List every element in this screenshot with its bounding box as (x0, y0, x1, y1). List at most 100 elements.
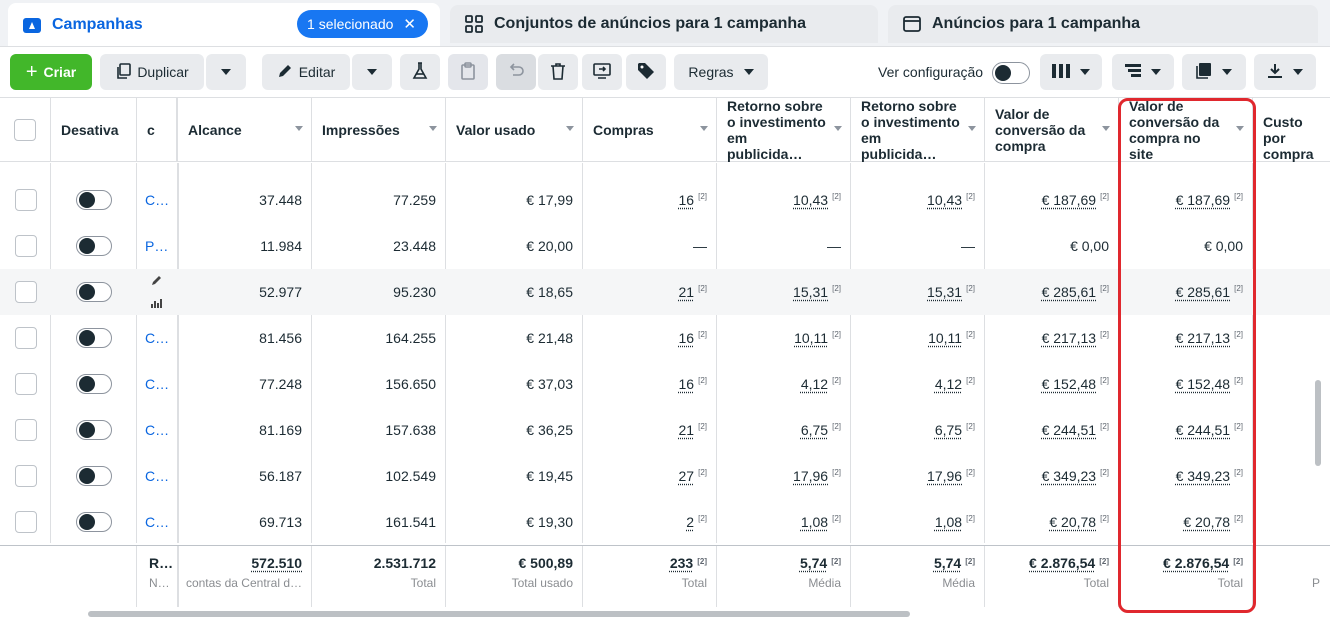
breakdown-button[interactable] (1112, 54, 1174, 90)
footnote: [2] (698, 283, 707, 293)
create-button[interactable]: + Criar (10, 54, 92, 90)
table-row[interactable]: C… 69.713 161.541 € 19,30 2 [2] 1,08 [2] 1,08 [2]… (0, 499, 1330, 543)
cell-roas1: 17,96 [2] (717, 453, 851, 499)
campaign-name-link[interactable]: C… (145, 330, 169, 346)
campaign-name-link[interactable]: C… (145, 376, 169, 392)
grid-icon (464, 14, 484, 34)
campaign-name-link[interactable]: C… (145, 514, 169, 530)
table-row[interactable]: C… 77.248 156.650 € 37,03 16 [2] 4,12 [2] 4,12 [2… (0, 361, 1330, 407)
row-checkbox-cell (0, 269, 51, 315)
cell-impressions: 77.259 (312, 177, 446, 223)
header-purchases[interactable]: Compras (583, 98, 717, 162)
cell-roas2: — (851, 223, 985, 269)
cell-spent: € 36,25 (446, 407, 583, 453)
cell-value: 21 (678, 422, 695, 438)
campaign-name-link[interactable]: C… (145, 422, 169, 438)
footnote: [2] (966, 375, 975, 385)
campaign-name-link[interactable]: P… (145, 238, 168, 254)
campaign-toggle[interactable] (76, 512, 112, 532)
footnote: [2] (966, 191, 975, 201)
row-toggle-cell (51, 361, 137, 407)
header-roas-1[interactable]: Retorno sobre o investimento em publicid… (717, 98, 851, 162)
table-row[interactable]: C… 37.448 77.259 € 17,99 16 [2] 10,43 [2] 10,43[… (0, 177, 1330, 223)
header-conv-value-site[interactable]: Valor de conversão da compra no site (1119, 98, 1253, 162)
cell-reach: 81.456 (178, 315, 312, 361)
toggle-knob (79, 284, 95, 300)
header-spent[interactable]: Valor usado (446, 98, 583, 162)
row-checkbox[interactable] (14, 419, 37, 441)
row-checkbox-cell (0, 315, 51, 361)
row-checkbox[interactable] (14, 511, 37, 533)
duplicate-dropdown[interactable] (206, 54, 246, 90)
preview-button[interactable] (582, 54, 622, 90)
table-row[interactable]: 52.977 95.230 € 18,65 21 [2] 15,31 [2] 15,31 [2]… (0, 269, 1330, 315)
cell-value: 6,75 (800, 422, 829, 438)
table-row[interactable]: C… 81.456 164.255 € 21,48 16 [2] 10,11 [2] 10,11… (0, 315, 1330, 361)
header-conv-value[interactable]: Valor de conversão da compra (985, 98, 1119, 162)
campaign-toggle[interactable] (76, 466, 112, 486)
reports-button[interactable] (1182, 54, 1246, 90)
row-checkbox[interactable] (14, 327, 37, 349)
totals-conv: € 2.876,54 [2] Total (985, 546, 1119, 608)
row-checkbox[interactable] (14, 373, 37, 395)
row-checkbox[interactable] (14, 235, 37, 257)
edit-button[interactable]: Editar (262, 54, 350, 90)
cell-value: 27 (678, 468, 695, 484)
delete-button[interactable] (538, 54, 578, 90)
header-cost-per[interactable]: Custo por compra (1253, 98, 1330, 162)
campaign-name-cell: C… (137, 453, 178, 499)
duplicate-button[interactable]: Duplicar (100, 54, 204, 90)
table-row[interactable]: C… 81.169 157.638 € 36,25 21 [2] 6,75 [2] 6,75 [2… (0, 407, 1330, 453)
campaign-toggle[interactable] (76, 236, 112, 256)
campaign-toggle[interactable] (76, 420, 112, 440)
breakdown-icon (1125, 63, 1141, 81)
tab-campaigns[interactable]: Campanhas 1 selecionado ✕ (8, 3, 440, 46)
cell-spent: € 17,99 (446, 177, 583, 223)
row-checkbox[interactable] (14, 281, 37, 303)
export-button[interactable] (1254, 54, 1316, 90)
cell-value: 77.248 (259, 376, 302, 392)
campaign-name-link[interactable]: C… (145, 468, 169, 484)
row-checkbox-cell (0, 499, 51, 543)
campaign-toggle[interactable] (76, 374, 112, 394)
cell-reach: 37.448 (178, 177, 312, 223)
header-impressions[interactable]: Impressões (312, 98, 446, 162)
totals-conv-site-value: € 2.876,54 (1163, 555, 1230, 571)
undo-button[interactable] (496, 54, 536, 90)
footnote: [2] (965, 557, 975, 566)
header-cost-per-label: Custo por compra (1263, 114, 1314, 162)
rules-button[interactable]: Regras (674, 54, 768, 90)
reports-icon (1196, 62, 1212, 82)
table-row[interactable]: P… 11.984 23.448 € 20,00 — — — € 0,00 € 0,00 (0, 223, 1330, 269)
header-roas-2[interactable]: Retorno sobre o investimento em publicid… (851, 98, 985, 162)
view-config-toggle[interactable] (992, 62, 1030, 84)
cell-spent: € 18,65 (446, 269, 583, 315)
pencil-icon[interactable] (151, 273, 163, 289)
columns-button[interactable] (1040, 54, 1102, 90)
table-row[interactable]: C… 56.187 102.549 € 19,45 27 [2] 17,96 [2] 17,96… (0, 453, 1330, 499)
horizontal-scrollbar[interactable] (88, 611, 910, 617)
row-checkbox[interactable] (14, 465, 37, 487)
header-disable[interactable]: Desativa (51, 98, 137, 162)
vertical-scrollbar[interactable] (1315, 380, 1321, 466)
campaign-toggle[interactable] (76, 282, 112, 302)
chart-icon[interactable] (151, 295, 163, 311)
header-roas-1-label: Retorno sobre o investimento em publicid… (727, 98, 826, 162)
test-button[interactable] (400, 54, 440, 90)
campaign-name-link[interactable]: C… (145, 192, 169, 208)
tag-button[interactable] (626, 54, 666, 90)
campaign-toggle[interactable] (76, 190, 112, 210)
tab-ads[interactable]: Anúncios para 1 campanha (888, 5, 1318, 43)
header-reach[interactable]: Alcance (178, 98, 312, 162)
cell-conv: € 244,51 [2] (985, 407, 1119, 453)
close-icon[interactable]: ✕ (403, 15, 416, 33)
select-all-checkbox[interactable] (14, 119, 36, 141)
edit-dropdown[interactable] (352, 54, 392, 90)
clipboard-button[interactable] (448, 54, 488, 90)
selected-pill[interactable]: 1 selecionado ✕ (297, 10, 428, 38)
cell-value: 4,12 (934, 376, 963, 392)
tab-adsets[interactable]: Conjuntos de anúncios para 1 campanha (450, 5, 878, 43)
row-checkbox[interactable] (14, 189, 37, 211)
header-c[interactable]: c (137, 98, 178, 162)
campaign-toggle[interactable] (76, 328, 112, 348)
